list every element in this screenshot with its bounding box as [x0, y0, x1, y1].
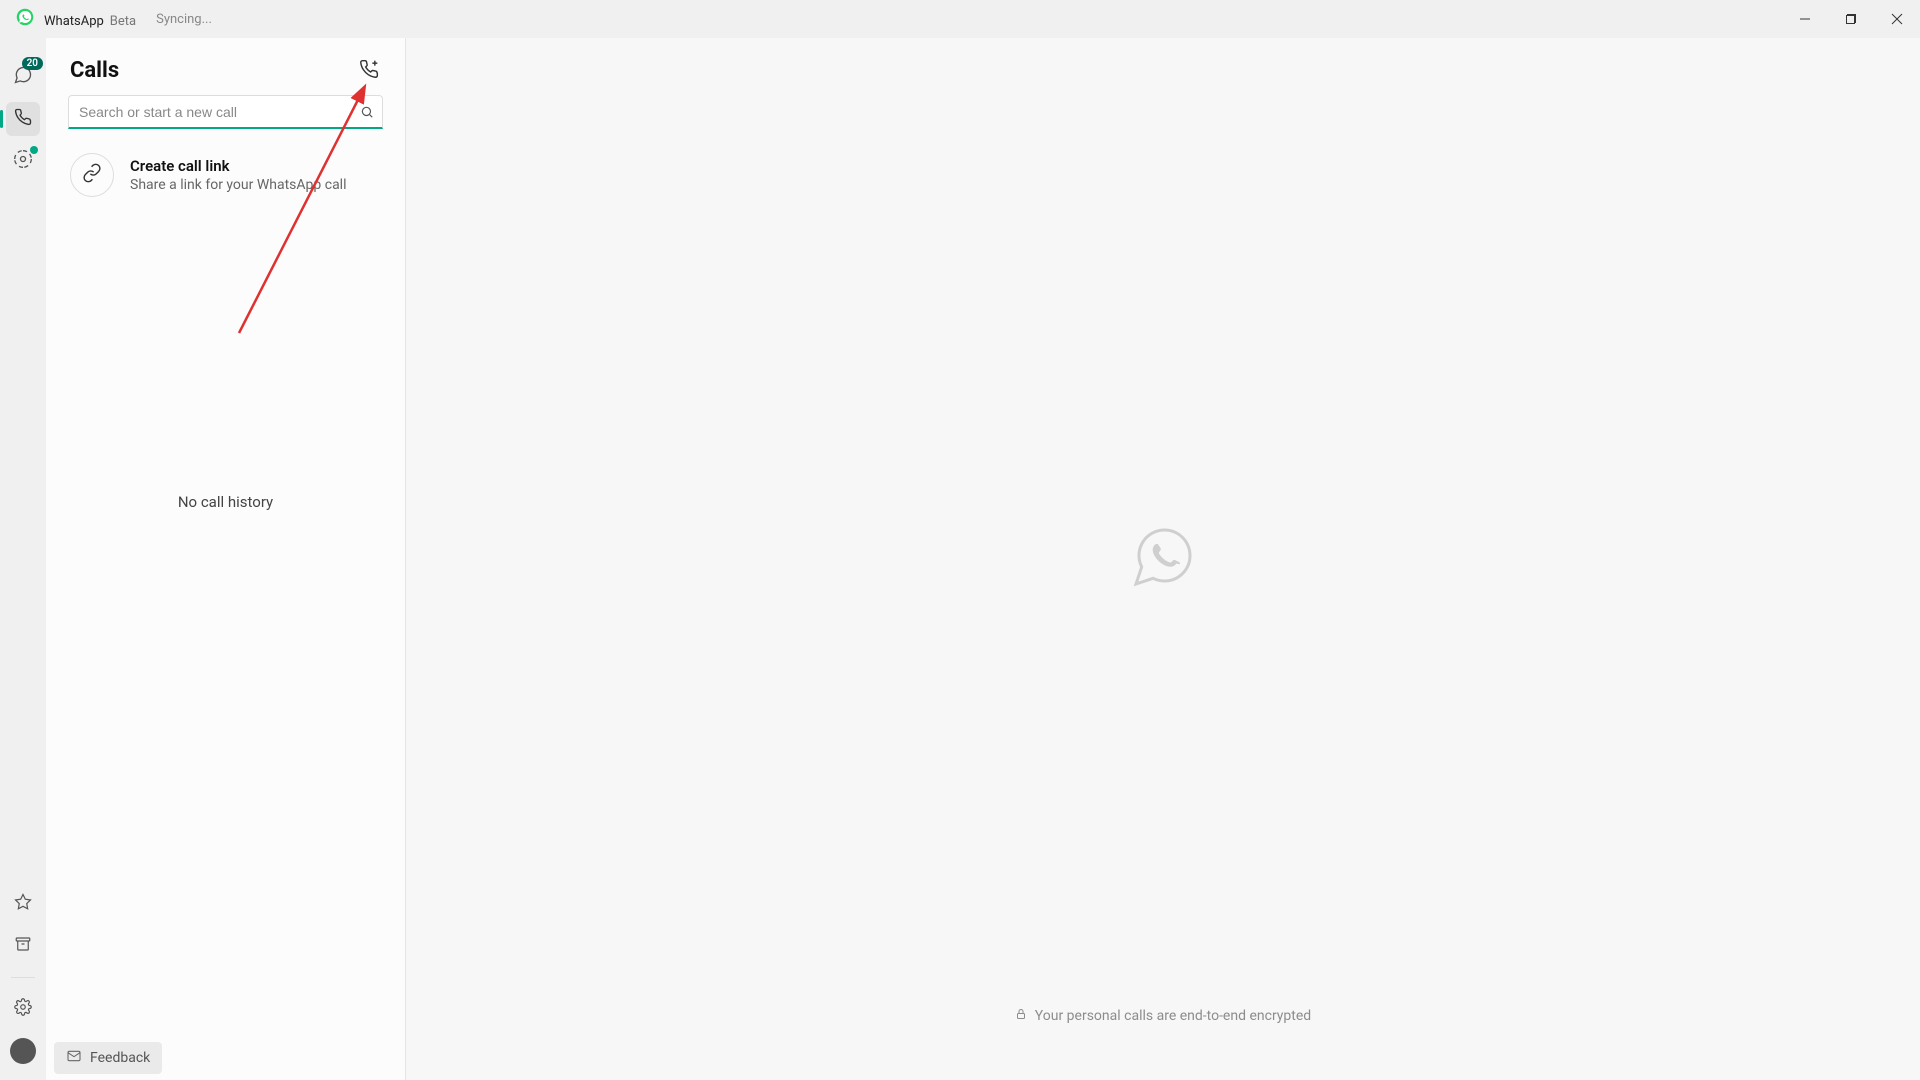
nav-calls[interactable]: [6, 102, 40, 136]
nav-chats[interactable]: 20: [6, 60, 40, 94]
mail-icon: [66, 1048, 82, 1068]
window-controls: [1782, 0, 1920, 38]
create-call-link[interactable]: Create call link Share a link for your W…: [46, 137, 405, 213]
nav-divider: [11, 977, 35, 978]
new-call-button[interactable]: [357, 59, 381, 83]
lock-icon: [1015, 1008, 1027, 1024]
search-box[interactable]: [68, 95, 383, 129]
star-icon: [14, 893, 32, 915]
close-button[interactable]: [1874, 0, 1920, 38]
nav-archived[interactable]: [6, 929, 40, 963]
encryption-notice: Your personal calls are end-to-end encry…: [1015, 1008, 1311, 1024]
status-indicator-dot: [30, 146, 38, 154]
search-input[interactable]: [69, 104, 352, 120]
nav-starred[interactable]: [6, 887, 40, 921]
minimize-button[interactable]: [1782, 0, 1828, 38]
link-icon-circle: [70, 153, 114, 197]
titlebar: WhatsApp Beta Syncing...: [0, 0, 1920, 38]
no-call-history: No call history: [46, 493, 405, 511]
chats-badge: 20: [22, 57, 43, 70]
feedback-label: Feedback: [90, 1050, 150, 1066]
whatsapp-large-icon: [1127, 521, 1199, 597]
nav-status[interactable]: [6, 144, 40, 178]
phone-plus-icon: [359, 59, 379, 83]
search-icon: [352, 105, 382, 119]
nav-profile[interactable]: [6, 1034, 40, 1068]
archive-icon: [14, 935, 32, 957]
panel-title: Calls: [70, 58, 119, 83]
create-link-sub: Share a link for your WhatsApp call: [130, 177, 347, 193]
calls-panel: Calls Create call link: [46, 38, 406, 1080]
feedback-button[interactable]: Feedback: [54, 1042, 162, 1074]
maximize-button[interactable]: [1828, 0, 1874, 38]
avatar: [10, 1038, 36, 1064]
encryption-text: Your personal calls are end-to-end encry…: [1035, 1008, 1311, 1024]
phone-icon: [14, 108, 32, 130]
nav-settings[interactable]: [6, 992, 40, 1026]
gear-icon: [14, 998, 32, 1020]
main-area: Your personal calls are end-to-end encry…: [406, 38, 1920, 1080]
nav-rail: 20: [0, 38, 46, 1080]
sync-status: Syncing...: [156, 12, 212, 27]
titlebar-left: WhatsApp Beta Syncing...: [16, 8, 212, 30]
link-icon: [82, 163, 102, 187]
create-link-title: Create call link: [130, 157, 347, 175]
whatsapp-icon: [16, 8, 34, 30]
app-name: WhatsApp Beta: [44, 10, 136, 29]
